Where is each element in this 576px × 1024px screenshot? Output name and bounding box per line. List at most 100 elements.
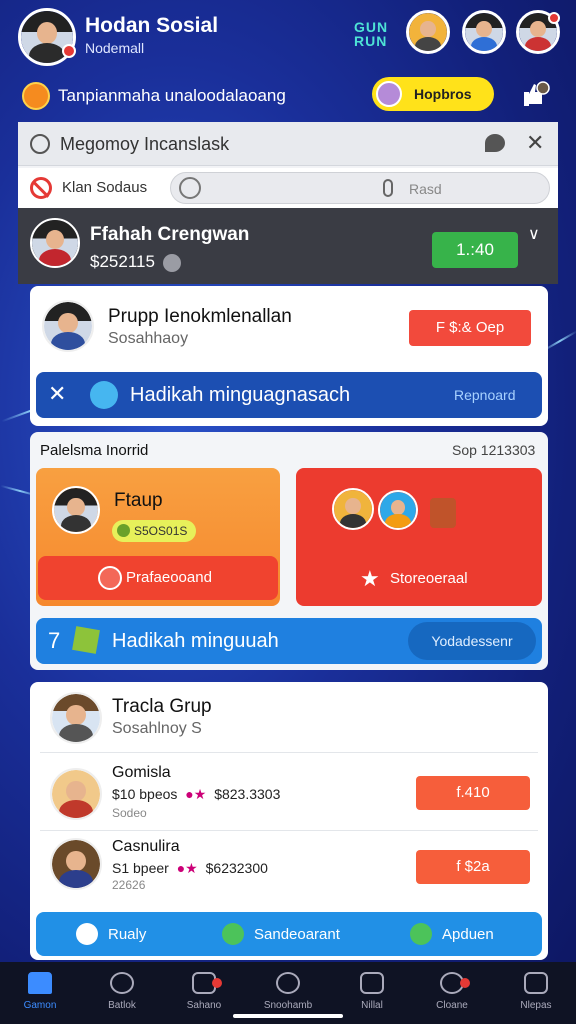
trade-button[interactable]: f $2a xyxy=(416,850,530,884)
info-icon xyxy=(163,254,181,272)
friend-avatar[interactable] xyxy=(462,10,506,54)
mini-avatar xyxy=(376,81,402,107)
reward-banner-2[interactable]: 7 Hadikah minguuah Yodadessenr xyxy=(36,618,542,664)
notification-badge xyxy=(460,978,470,988)
search-input[interactable]: Rasd xyxy=(170,172,550,204)
group-action-button[interactable]: F $:& Oep xyxy=(409,310,531,346)
user-amount: $252115 xyxy=(90,252,155,271)
panel-title: Megomoy Incanslask xyxy=(60,134,230,154)
banner-button[interactable]: Yodadessenr xyxy=(408,622,536,660)
banner-text: Hadikah minguagnasach xyxy=(130,384,351,406)
chat-icon[interactable] xyxy=(485,134,505,152)
cube-icon xyxy=(72,626,100,654)
trader-price-a: $10 bpeos xyxy=(112,786,178,802)
action-rualy[interactable]: Rualy xyxy=(76,923,146,945)
tagline-text: Tanpianmaha unaloodalaoang xyxy=(58,86,286,105)
action-sandeoarant[interactable]: Sandeoarant xyxy=(222,923,340,945)
group-title: Prupp Ienokmlenallan xyxy=(108,306,292,327)
user-name: Ffahah Crengwan xyxy=(90,224,250,245)
search-icon xyxy=(179,177,201,199)
panel-header: Megomoy Incanslask ✕ xyxy=(18,122,558,166)
brand-logo: GUN RUN xyxy=(354,19,389,49)
reward-claim-button[interactable]: Prafaeooand xyxy=(38,556,278,600)
reward-pill: S5OS01S xyxy=(112,520,196,542)
trader-price-b: $823.3303 xyxy=(214,786,281,802)
store-button-label[interactable]: Storeoeraal xyxy=(390,570,468,587)
trader-name: Gomisla xyxy=(112,764,171,781)
puzzle-icon xyxy=(76,923,98,945)
tab-label: Cloane xyxy=(436,1000,468,1011)
coin-icon: ●★ xyxy=(185,786,207,802)
action-apduen[interactable]: Apduen xyxy=(410,923,494,945)
reward-card-left[interactable]: Ftaup S5OS01S Prafaeooand xyxy=(36,468,280,606)
globe-icon xyxy=(90,381,118,409)
tab-sahano[interactable]: Sahano xyxy=(172,970,236,1011)
group-avatar[interactable] xyxy=(42,300,94,352)
banner-count: 7 xyxy=(48,628,61,653)
divider xyxy=(40,830,538,831)
search-icon xyxy=(110,972,134,994)
chevron-down-icon[interactable]: ∨ xyxy=(528,224,540,244)
tab-label: Nillal xyxy=(361,1000,383,1011)
notification-badge xyxy=(548,12,560,24)
plant-icon xyxy=(430,498,456,528)
trader-price: $10 bpeos ●★ $823.3303 xyxy=(112,786,280,803)
section-meta: Sop 1213303 xyxy=(452,442,536,458)
tab-nillal[interactable]: Nillal xyxy=(340,970,404,1011)
reward-avatar xyxy=(52,486,100,534)
reward-banner[interactable]: ✕ Hadikah minguagnasach Repnoard xyxy=(36,372,542,418)
block-icon[interactable] xyxy=(30,177,52,199)
reward-card-right[interactable]: ★ Storeoeraal xyxy=(296,468,542,606)
close-icon[interactable]: ✕ xyxy=(526,130,544,156)
reward-title: Ftaup xyxy=(114,490,163,511)
coin-icon xyxy=(410,923,432,945)
app-subtitle: Nodemall xyxy=(85,40,145,56)
tab-nlepas[interactable]: Nlepas xyxy=(504,970,568,1011)
filter-bar: Klan Sodaus Rasd xyxy=(18,168,558,208)
bag-icon xyxy=(524,972,548,994)
user-icon xyxy=(360,972,384,994)
trade-group-title: Tracla Grup xyxy=(112,696,212,717)
section-heading: Palelsma Inorrid xyxy=(40,442,149,459)
share-icon[interactable] xyxy=(520,80,550,108)
trade-group-subtitle: Sosahlnoy S xyxy=(112,720,202,737)
trader-avatar[interactable] xyxy=(50,768,102,820)
tab-snoohamb[interactable]: Snoohamb xyxy=(256,970,320,1011)
action-label: Apduen xyxy=(442,925,494,943)
profile-pill-button[interactable]: Hopbros xyxy=(372,77,494,111)
balance-button[interactable]: 1.:40 xyxy=(432,232,518,268)
close-icon[interactable]: ✕ xyxy=(48,381,66,407)
trader-price-b: $6232300 xyxy=(205,860,268,876)
trader-name: Casnulira xyxy=(112,838,180,855)
app-title: Hodan Sosial xyxy=(85,14,219,37)
notification-badge xyxy=(212,978,222,988)
trade-button[interactable]: f.410 xyxy=(416,776,530,810)
star-icon: ★ xyxy=(360,566,380,591)
trader-price: S1 bpeer ●★ $6232300 xyxy=(112,860,268,877)
tab-label: Batlok xyxy=(108,1000,136,1011)
trade-group-avatar[interactable] xyxy=(50,692,102,744)
search-placeholder: Rasd xyxy=(409,181,442,197)
tab-cloane[interactable]: Cloane xyxy=(420,970,484,1011)
home-indicator[interactable] xyxy=(233,1014,343,1018)
reward-avatar xyxy=(332,488,374,530)
reward-item-icon xyxy=(378,490,418,530)
tab-label: Sahano xyxy=(186,1000,222,1011)
microphone-icon[interactable] xyxy=(383,179,393,197)
trader-avatar[interactable] xyxy=(50,838,102,890)
filter-label[interactable]: Klan Sodaus xyxy=(62,179,147,196)
trader-meta: Sodeo xyxy=(112,806,147,820)
trade-action-bar: Rualy Sandeoarant Apduen xyxy=(36,912,542,956)
clock-icon xyxy=(30,134,50,154)
action-label: Sandeoarant xyxy=(254,925,340,943)
leaf-icon xyxy=(222,923,244,945)
user-avatar[interactable] xyxy=(30,218,80,268)
gift-icon xyxy=(98,566,122,590)
friend-avatar[interactable] xyxy=(406,10,450,54)
tab-gamon[interactable]: Gamon xyxy=(8,970,72,1011)
coin-icon: ●★ xyxy=(176,860,198,876)
user-summary-row[interactable]: Ffahah Crengwan $252115 1.:40 ∨ xyxy=(18,208,558,284)
banner-link[interactable]: Repnoard xyxy=(454,387,516,403)
tab-batlok[interactable]: Batlok xyxy=(90,970,154,1011)
reward-section: Palelsma Inorrid Sop 1213303 Ftaup S5OS0… xyxy=(30,432,548,670)
